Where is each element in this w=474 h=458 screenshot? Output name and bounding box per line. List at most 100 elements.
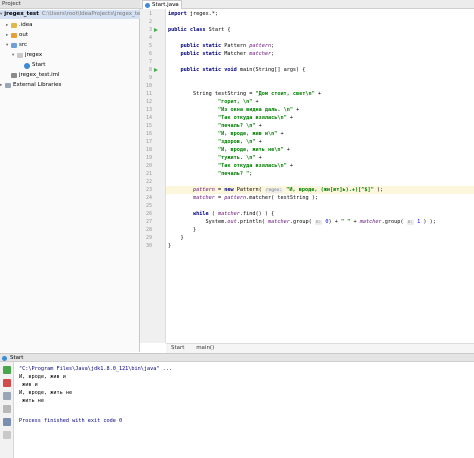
code-line[interactable]: import jregex.*;	[166, 10, 474, 18]
code-line[interactable]	[166, 82, 474, 90]
code-token: =	[214, 187, 225, 193]
code-token: public class	[168, 27, 209, 33]
code-token: "И, вроде, жив и\n"	[217, 131, 278, 137]
line-number: 2	[148, 19, 152, 25]
tree-item-jregex[interactable]: ▾ jregex	[12, 51, 42, 60]
line-number: 13	[145, 107, 152, 113]
expand-arrow-icon[interactable]: ▾	[0, 10, 2, 19]
code-token: ) );	[420, 219, 436, 225]
stop-icon[interactable]	[3, 379, 11, 387]
code-line[interactable]: "Так откуда взялась\n" +	[166, 162, 474, 170]
code-line[interactable]	[166, 58, 474, 66]
code-line[interactable]: "И, вроде, жив и\n" +	[166, 130, 474, 138]
code-line[interactable]: pattern = new Pattern( regex: "И, вроде,…	[166, 186, 474, 194]
code-token: +	[292, 107, 300, 113]
code-line[interactable]: "горит, \n" +	[166, 98, 474, 106]
code-line[interactable]: String testString = "Дом стоит, свет\n" …	[166, 90, 474, 98]
code-line[interactable]: while ( matcher.find() ) {	[166, 210, 474, 218]
code-line[interactable]	[166, 202, 474, 210]
pause-icon[interactable]	[3, 392, 11, 400]
code-line[interactable]: "Из окна видна даль. \n" +	[166, 106, 474, 114]
trash-icon[interactable]	[3, 431, 11, 439]
code-line[interactable]: public static void main(String[] args) {	[166, 66, 474, 74]
tree-item-start[interactable]: Start	[24, 61, 45, 70]
code-line[interactable]: public static Pattern pattern;	[166, 42, 474, 50]
line-number: 12	[145, 99, 152, 105]
code-line[interactable]: "тужить. \n" +	[166, 154, 474, 162]
tree-item-src[interactable]: ▾ src	[6, 41, 27, 50]
code-line[interactable]	[166, 34, 474, 42]
code-token: "Так откуда взялась\n"	[217, 115, 287, 121]
tree-item-iml[interactable]: jregex_test.iml	[11, 71, 60, 80]
code-token: .find() ) {	[239, 211, 275, 217]
soft-wrap-icon[interactable]	[3, 405, 11, 413]
line-number: 26	[145, 211, 152, 217]
code-line[interactable]: }	[166, 242, 474, 250]
code-token: jregex.*;	[189, 11, 218, 17]
line-number: 4	[148, 35, 152, 41]
code-editor[interactable]: import jregex.*; public class Start { pub…	[166, 9, 474, 343]
code-token: +	[286, 163, 293, 169]
code-token: while	[193, 211, 212, 217]
code-token: "печаль? \n"	[217, 123, 256, 129]
console-output-line: жив и	[19, 382, 38, 388]
code-line[interactable]: "печаль? ";	[166, 170, 474, 178]
line-number: 17	[145, 139, 152, 145]
run-gutter-icon[interactable]	[154, 27, 158, 32]
code-token: import	[168, 11, 190, 17]
line-number: 10	[145, 83, 152, 89]
code-line[interactable]: "печаль? \n" +	[166, 122, 474, 130]
line-number: 1	[148, 11, 152, 17]
tree-item-external-libraries[interactable]: ▸ External Libraries	[0, 81, 61, 90]
print-icon[interactable]	[3, 418, 11, 426]
library-icon	[5, 83, 11, 88]
run-tab-label[interactable]: Start	[10, 355, 23, 361]
close-icon[interactable]: ×	[174, 1, 178, 9]
line-number: 22	[145, 179, 152, 185]
tree-item-label: External Libraries	[13, 82, 62, 88]
code-token: Start {	[208, 27, 231, 33]
code-token: .println(	[236, 219, 268, 225]
package-icon	[17, 53, 23, 58]
code-token: +	[252, 99, 259, 105]
tree-item-label: jregex_test	[4, 11, 39, 17]
code-line[interactable]: "здоров, \n" +	[166, 138, 474, 146]
code-line[interactable]: }	[166, 234, 474, 242]
tree-item-idea[interactable]: ▸ .idea	[6, 21, 33, 30]
code-line[interactable]: public class Start {	[166, 26, 474, 34]
code-token: ;	[271, 51, 275, 57]
code-line[interactable]: System.out.println( matcher.group( n: 0)…	[166, 218, 474, 226]
tab-start-java[interactable]: Start.java ×	[142, 0, 182, 9]
project-panel-header[interactable]: Project	[0, 0, 140, 9]
code-line[interactable]: "И, вроде, жить не\n" +	[166, 146, 474, 154]
line-number: 5	[148, 43, 152, 49]
run-console-output[interactable]: "C:\Program Files\Java\jdk1.8.0_121\bin\…	[14, 362, 474, 458]
rerun-icon[interactable]	[3, 366, 11, 374]
code-token: matcher	[359, 219, 382, 225]
code-line[interactable]: }	[166, 226, 474, 234]
tree-item-out[interactable]: ▸ out	[6, 31, 28, 40]
line-number: 27	[145, 219, 152, 225]
code-line[interactable]: public static Matcher matcher;	[166, 50, 474, 58]
code-line[interactable]	[166, 178, 474, 186]
code-line[interactable]: "Так откуда взялась\n" +	[166, 114, 474, 122]
tree-item-label: jregex	[25, 52, 43, 58]
console-exit-line: Process finished with exit code 0	[19, 418, 123, 424]
code-token: +	[314, 91, 322, 97]
breadcrumb-item-method[interactable]: main()	[196, 345, 214, 351]
code-line[interactable]	[166, 18, 474, 26]
code-token: out	[227, 219, 237, 225]
folder-icon	[11, 33, 17, 38]
run-gutter-icon[interactable]	[154, 67, 158, 72]
code-line[interactable]: matcher = pattern.matcher( testString );	[166, 194, 474, 202]
breadcrumb-item-class[interactable]: Start	[171, 345, 184, 351]
tree-item-jregex-test[interactable]: ▾ jregex_test C:\Users\root\IdeaProjects…	[0, 10, 145, 19]
code-token: String testString =	[168, 91, 256, 97]
code-line[interactable]	[166, 74, 474, 82]
